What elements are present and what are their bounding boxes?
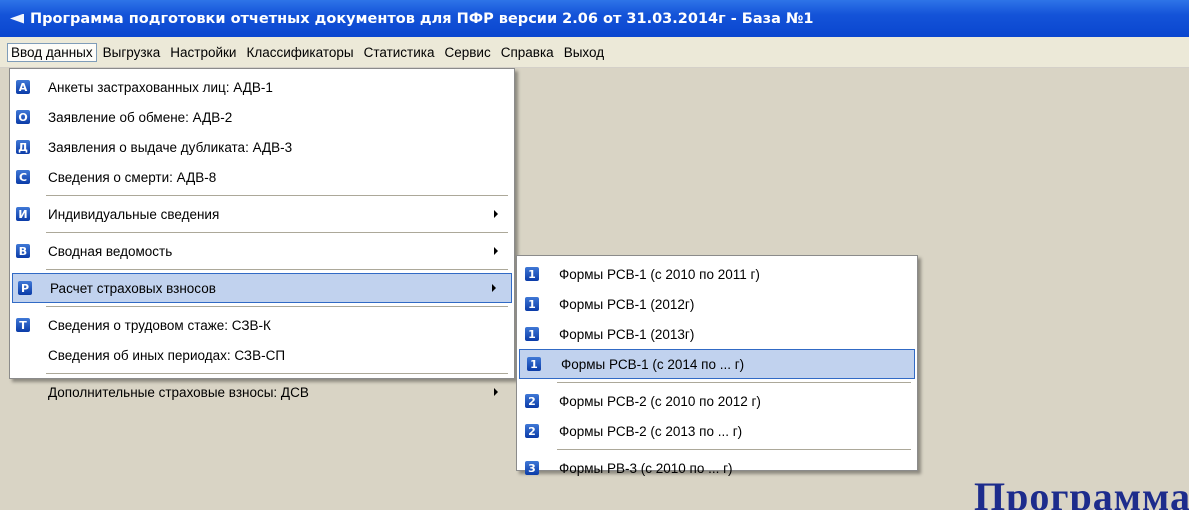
menu-item-label: Формы РСВ-1 (с 2014 по ... г)	[561, 356, 745, 372]
menu-item-label: Формы РСВ-2 (с 2013 по ... г)	[559, 423, 743, 439]
app-icon	[10, 13, 24, 24]
menu-item-label: Заявления о выдаче дубликата: АДВ-3	[48, 139, 293, 155]
submenu-item-rsv1-2010[interactable]: 1 Формы РСВ-1 (с 2010 по 2011 г)	[517, 259, 917, 289]
number-2-icon: 2	[525, 424, 539, 438]
letter-o-icon: О	[16, 110, 30, 124]
number-1-icon: 1	[527, 357, 541, 371]
number-1-icon: 1	[525, 327, 539, 341]
menu-item-contributions[interactable]: Р Расчет страховых взносов	[12, 273, 512, 303]
menu-statistics[interactable]: Статистика	[360, 43, 439, 62]
menu-separator	[557, 449, 911, 450]
menu-service[interactable]: Сервис	[440, 43, 494, 62]
menu-item-label: Сводная ведомость	[48, 243, 173, 259]
menu-separator	[46, 232, 508, 233]
brand-label: Программа	[974, 474, 1189, 510]
menu-separator	[46, 306, 508, 307]
menu-item-label: Формы РСВ-2 (с 2010 по 2012 г)	[559, 393, 761, 409]
menu-separator	[557, 382, 911, 383]
submenu-item-rsv1-2014[interactable]: 1 Формы РСВ-1 (с 2014 по ... г)	[519, 349, 915, 379]
submenu-item-rsv1-2012[interactable]: 1 Формы РСВ-1 (2012г)	[517, 289, 917, 319]
menu-item-label: Индивидуальные сведения	[48, 206, 220, 222]
menu-bar: Ввод данных Выгрузка Настройки Классифик…	[0, 37, 1189, 68]
menu-item-label: Заявление об обмене: АДВ-2	[48, 109, 233, 125]
submenu-arrow-icon	[492, 284, 496, 292]
menu-item-szv-k[interactable]: Т Сведения о трудовом стаже: СЗВ-К	[10, 310, 514, 340]
menu-item-individual[interactable]: И Индивидуальные сведения	[10, 199, 514, 229]
menu-item-label: Сведения об иных периодах: СЗВ-СП	[48, 347, 286, 363]
menu-item-adv3[interactable]: Д Заявления о выдаче дубликата: АДВ-3	[10, 132, 514, 162]
menu-separator	[46, 373, 508, 374]
submenu-arrow-icon	[494, 388, 498, 396]
menu-item-label: Формы РСВ-1 (с 2010 по 2011 г)	[559, 266, 760, 282]
letter-v-icon: В	[16, 244, 30, 258]
menu-separator	[46, 195, 508, 196]
data-entry-dropdown: А Анкеты застрахованных лиц: АДВ-1 О Зая…	[9, 68, 515, 400]
menu-item-adv1[interactable]: А Анкеты застрахованных лиц: АДВ-1	[10, 72, 514, 102]
menu-item-label: Формы РВ-3 (с 2010 по ... г)	[559, 460, 733, 476]
number-2-icon: 2	[525, 394, 539, 408]
contributions-submenu: 1 Формы РСВ-1 (с 2010 по 2011 г) 1 Формы…	[516, 255, 918, 476]
menu-item-adv2[interactable]: О Заявление об обмене: АДВ-2	[10, 102, 514, 132]
menu-item-label: Формы РСВ-1 (2013г)	[559, 326, 695, 342]
menu-exit[interactable]: Выход	[560, 43, 608, 62]
window-title: Программа подготовки отчетных документов…	[30, 10, 814, 27]
submenu-item-rsv2-2010[interactable]: 2 Формы РСВ-2 (с 2010 по 2012 г)	[517, 386, 917, 416]
number-1-icon: 1	[525, 267, 539, 281]
menu-item-label: Дополнительные страховые взносы: ДСВ	[48, 384, 309, 400]
menu-help[interactable]: Справка	[497, 43, 558, 62]
letter-i-icon: И	[16, 207, 30, 221]
menu-separator	[46, 269, 508, 270]
menu-item-summary[interactable]: В Сводная ведомость	[10, 236, 514, 266]
menu-export[interactable]: Выгрузка	[99, 43, 165, 62]
brand-text: Программа	[889, 474, 1189, 510]
menu-item-label: Формы РСВ-1 (2012г)	[559, 296, 695, 312]
menu-classifiers[interactable]: Классификаторы	[242, 43, 357, 62]
menu-item-szv-sp[interactable]: Сведения об иных периодах: СЗВ-СП	[10, 340, 514, 370]
title-bar: Программа подготовки отчетных документов…	[0, 0, 1189, 37]
number-1-icon: 1	[525, 297, 539, 311]
submenu-item-rv3[interactable]: 3 Формы РВ-3 (с 2010 по ... г)	[517, 453, 917, 483]
menu-item-label: Расчет страховых взносов	[50, 280, 216, 296]
menu-settings[interactable]: Настройки	[166, 43, 240, 62]
menu-item-adv8[interactable]: С Сведения о смерти: АДВ-8	[10, 162, 514, 192]
submenu-item-rsv1-2013[interactable]: 1 Формы РСВ-1 (2013г)	[517, 319, 917, 349]
letter-t-icon: Т	[16, 318, 30, 332]
menu-item-label: Сведения о трудовом стаже: СЗВ-К	[48, 317, 271, 333]
letter-a-icon: А	[16, 80, 30, 94]
number-3-icon: 3	[525, 461, 539, 475]
letter-r-icon: Р	[18, 281, 32, 295]
menu-item-label: Анкеты застрахованных лиц: АДВ-1	[48, 79, 273, 95]
letter-d-icon: Д	[16, 140, 30, 154]
menu-item-dsv[interactable]: Дополнительные страховые взносы: ДСВ	[10, 377, 514, 407]
letter-s-icon: С	[16, 170, 30, 184]
submenu-arrow-icon	[494, 247, 498, 255]
submenu-item-rsv2-2013[interactable]: 2 Формы РСВ-2 (с 2013 по ... г)	[517, 416, 917, 446]
menu-data-entry[interactable]: Ввод данных	[7, 42, 97, 62]
submenu-arrow-icon	[494, 210, 498, 218]
menu-item-label: Сведения о смерти: АДВ-8	[48, 169, 217, 185]
